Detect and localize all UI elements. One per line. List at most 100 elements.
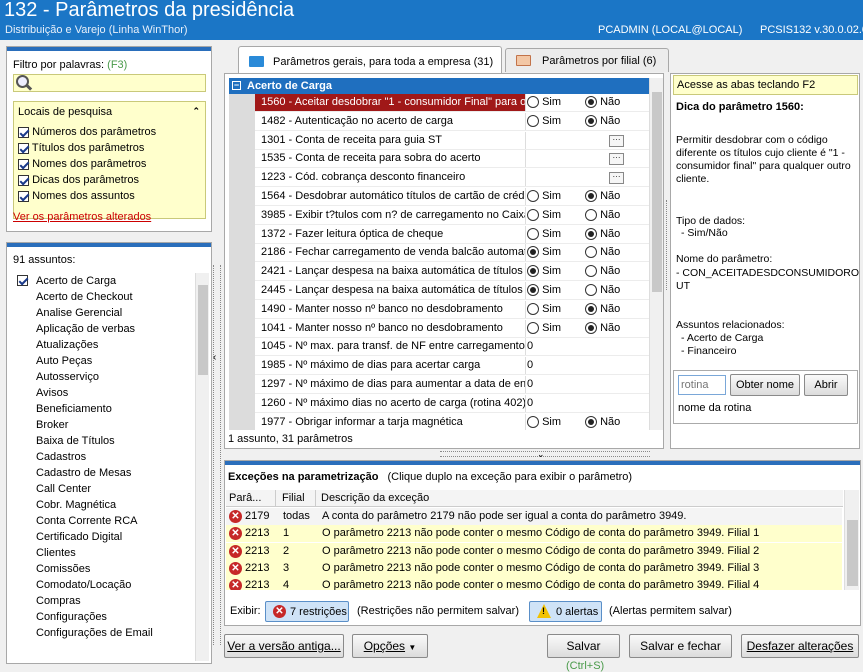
subject-item[interactable]: Clientes [12,545,194,561]
undo-button[interactable]: Desfazer alterações [741,634,859,658]
col-filial[interactable]: Filial [282,492,305,504]
subjects-scrollbar[interactable] [195,273,209,661]
param-value[interactable]: Sim Não [527,96,649,109]
radio-sim-icon[interactable] [527,415,539,428]
subject-item[interactable]: Avisos [12,385,194,401]
save-button[interactable]: Salvar [547,634,620,658]
subject-item[interactable]: Call Center [12,481,194,497]
radio-nao-icon[interactable] [585,265,597,278]
param-row[interactable]: 1041 - Manter nosso nº banco no desdobra… [229,319,649,338]
exception-row[interactable]: ✕ 2213 3 O parâmetro 2213 não pode conter o… [226,559,842,577]
param-row[interactable]: 1490 - Manter nosso nº banco no desdobra… [229,300,649,319]
radio-nao-icon[interactable] [585,208,597,221]
radio-sim-icon[interactable] [527,246,539,259]
param-row[interactable]: 1560 - Aceitar desdobrar "1 - consumidor… [229,94,649,112]
param-row[interactable]: 1297 - Nº máximo de dias para aumentar a… [229,376,649,394]
subject-item[interactable]: Analise Gerencial [12,305,194,321]
param-row[interactable]: 1260 - Nº máximo dias no acerto de carga… [229,394,649,413]
param-row[interactable]: 1482 - Autenticação no acerto de carga S… [229,112,649,131]
location-option[interactable]: Títulos dos parâmetros [18,140,156,156]
changed-params-link[interactable]: Ver os parâmetros alterados [13,211,151,223]
exceptions-scrollbar[interactable] [844,490,859,590]
param-value[interactable]: Sim Não [527,209,649,221]
ellipsis-button-icon[interactable]: ··· [609,172,624,185]
subject-item[interactable]: Atualizações [12,337,194,353]
expand-down-icon[interactable]: ⌄ [537,449,545,460]
params-grid[interactable]: − Acerto de Carga 1560 - Aceitar desdobr… [229,78,649,430]
subject-item[interactable]: Broker [12,417,194,433]
subject-item[interactable]: Acerto de Carga [12,273,194,289]
subject-item[interactable]: Comodato/Locação [12,577,194,593]
param-row[interactable]: 1301 - Conta de receita para guia ST ··· [229,131,649,150]
subjects-list[interactable]: Acerto de Carga Acerto de Checkout Anali… [12,273,194,663]
subject-item[interactable]: Cobr. Magnética [12,497,194,513]
collapse-icon[interactable]: ⌃ [192,106,200,117]
radio-nao-icon[interactable] [585,415,597,428]
subject-item[interactable]: Cadastro de Mesas [12,465,194,481]
subject-item[interactable]: Cadastros [12,449,194,465]
ellipsis-button-icon[interactable]: ··· [609,134,624,147]
subject-item[interactable]: Conta Corrente RCA [12,513,194,529]
old-version-button[interactable]: Ver a versão antiga... [224,634,344,658]
tab-branch[interactable]: Parâmetros por filial (6) [505,48,669,72]
filter-input[interactable] [13,74,206,92]
param-value[interactable]: Sim Não [527,228,649,240]
splitter-handle[interactable] [213,265,221,645]
param-value[interactable]: 0 [527,397,649,409]
subject-item[interactable]: Configurações de Email [12,625,194,641]
location-option[interactable]: Números dos parâmetros [18,124,156,140]
open-button[interactable]: Abrir [804,374,848,396]
exception-row[interactable]: ✕ 2213 4 O parâmetro 2213 não pode conter o… [226,577,842,590]
exceptions-table[interactable]: Parâ... Filial Descrição da exceção ✕ 217… [226,490,843,590]
collapse-left-icon[interactable]: ‹ [213,352,216,363]
param-value[interactable]: Sim Não [527,322,649,334]
get-name-button[interactable]: Obter nome [730,374,800,396]
param-row[interactable]: 2186 - Fechar carregamento de venda balc… [229,244,649,263]
radio-sim-icon[interactable] [527,114,539,127]
restrictions-toggle[interactable]: ✕ 7 restrições [265,601,349,622]
param-row[interactable]: 2421 - Lançar despesa na baixa automátic… [229,263,649,282]
param-row[interactable]: 1564 - Desdobrar automático títulos de c… [229,188,649,206]
tab-general[interactable]: Parâmetros gerais, para toda a empresa (… [238,46,502,74]
radio-nao-icon[interactable] [585,284,597,297]
exception-row[interactable]: ✕ 2179 todas A conta do parâmetro 2179 não … [226,508,842,525]
radio-sim-icon[interactable] [527,208,539,221]
param-row[interactable]: 1535 - Conta de receita para sobra do ac… [229,150,649,169]
radio-sim-icon[interactable] [527,284,539,297]
radio-nao-icon[interactable] [585,302,597,315]
param-row[interactable]: 1223 - Cód. cobrança desconto financeiro… [229,169,649,188]
param-value[interactable]: 0 [527,340,649,352]
location-option[interactable]: Dicas dos parâmetros [18,172,156,188]
subject-item[interactable]: Compras [12,593,194,609]
exception-row[interactable]: ✕ 2213 1 O parâmetro 2213 não pode conter o… [226,525,842,543]
param-value[interactable]: Sim Não [527,265,649,278]
subject-item[interactable]: Autosserviço [12,369,194,385]
col-desc[interactable]: Descrição da exceção [321,492,429,504]
location-option[interactable]: Nomes dos parâmetros [18,156,156,172]
param-value[interactable]: Sim Não [527,190,649,203]
param-row[interactable]: 1977 - Obrigar informar a tarja magnétic… [229,413,649,430]
horizontal-splitter[interactable] [440,451,650,457]
radio-nao-icon[interactable] [585,190,597,203]
param-row[interactable]: 3985 - Exibir t?tulos com n? de carregam… [229,206,649,225]
param-row[interactable]: 1985 - Nº máximo de dias para acertar ca… [229,357,649,376]
subject-item[interactable]: Aplicação de verbas [12,321,194,337]
param-value[interactable]: Sim Não [527,416,649,428]
param-row[interactable]: 1045 - Nº max. para transf. de NF entre … [229,338,649,357]
radio-nao-icon[interactable] [585,227,597,240]
param-value[interactable]: 0 [527,378,649,390]
radio-sim-icon[interactable] [527,321,539,334]
radio-nao-icon[interactable] [585,246,597,259]
subject-item[interactable]: Beneficiamento [12,401,194,417]
radio-sim-icon[interactable] [527,302,539,315]
param-row[interactable]: 1372 - Fazer leitura óptica de cheque Si… [229,225,649,244]
help-splitter[interactable] [666,200,670,290]
subject-item[interactable]: Baixa de Títulos [12,433,194,449]
param-row[interactable]: 2445 - Lançar despesa na baixa automátic… [229,282,649,300]
radio-sim-icon[interactable] [527,96,539,109]
routine-input[interactable] [678,375,726,395]
subject-item[interactable]: Certificado Digital [12,529,194,545]
group-header[interactable]: − Acerto de Carga [229,78,649,94]
param-value[interactable]: Sim Não [527,115,649,127]
param-value[interactable]: Sim Não [527,284,649,297]
